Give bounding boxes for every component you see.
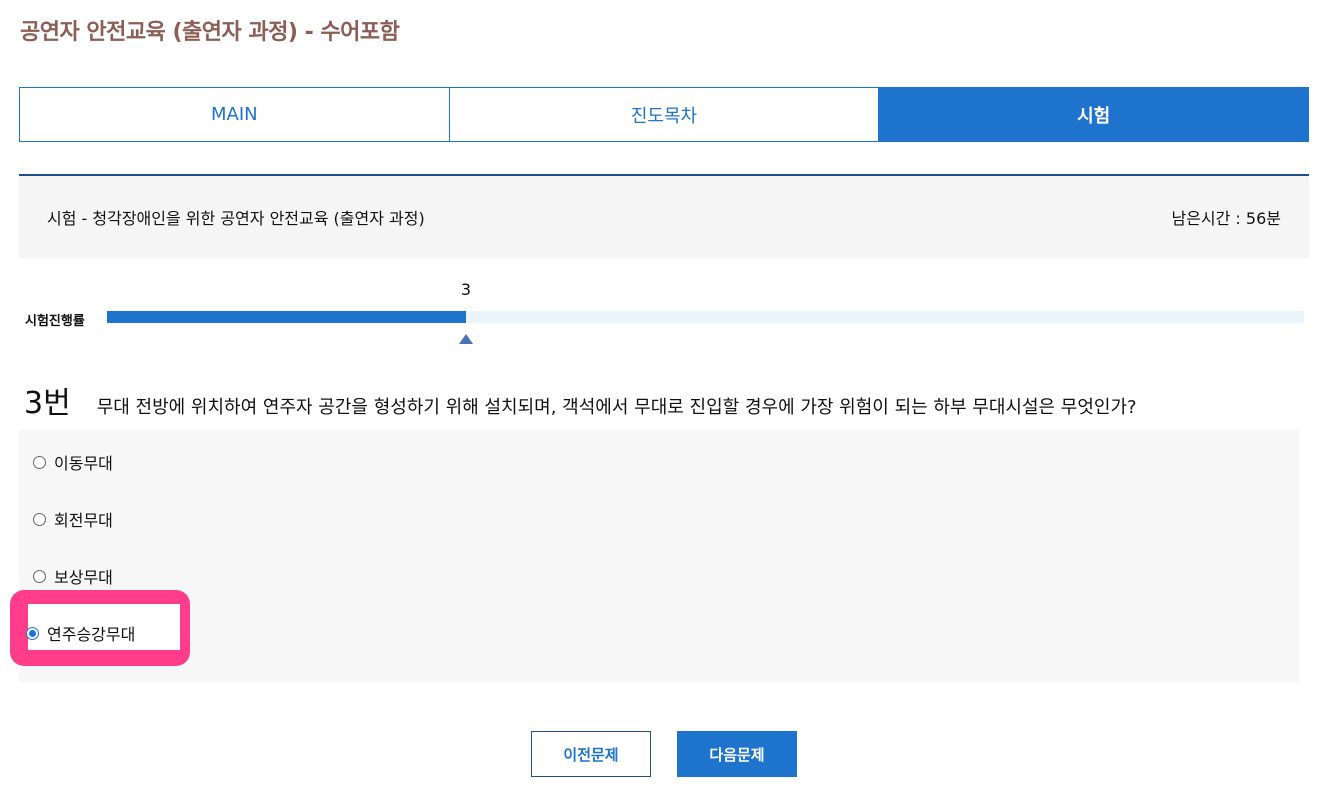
progress-label: 시험진행률 [25, 314, 85, 329]
progress-fill [107, 311, 466, 323]
tab-main[interactable]: MAIN [19, 87, 450, 142]
question-header: 3번 무대 전방에 위치하여 연주자 공간을 형성하기 위해 설치되며, 객석에… [24, 378, 1137, 422]
prev-question-button[interactable]: 이전문제 [531, 731, 651, 777]
progress-track [107, 311, 1304, 323]
option-label: 이동무대 [54, 454, 113, 473]
exam-title: 시험 - 청각장애인을 위한 공연자 안전교육 (출연자 과정) [47, 209, 425, 228]
radio-button[interactable] [33, 512, 46, 526]
radio-button[interactable] [33, 455, 46, 469]
option-label: 보상무대 [54, 568, 113, 587]
option-label: 회전무대 [54, 511, 113, 530]
exam-progress: 시험진행률 3 [19, 280, 1309, 350]
radio-button-checked[interactable] [26, 626, 39, 640]
question-number: 3번 [24, 386, 71, 421]
option-4[interactable]: 연주승강무대 [26, 621, 135, 645]
exam-info-bar: 시험 - 청각장애인을 위한 공연자 안전교육 (출연자 과정) 남은시간 : … [19, 176, 1309, 258]
remaining-time: 남은시간 : 56분 [1171, 209, 1281, 228]
progress-current-number: 3 [460, 280, 472, 299]
progress-pointer-icon [459, 334, 473, 344]
option-3[interactable]: 보상무대 [33, 564, 113, 588]
tab-exam[interactable]: 시험 [879, 87, 1310, 142]
progress-marker: 3 [456, 280, 476, 344]
question-text: 무대 전방에 위치하여 연주자 공간을 형성하기 위해 설치되며, 객석에서 무… [96, 397, 1137, 418]
option-label: 연주승강무대 [47, 625, 136, 644]
next-question-button[interactable]: 다음문제 [677, 731, 797, 777]
page-title: 공연자 안전교육 (출연자 과정) - 수어포함 [20, 20, 400, 45]
tab-bar: MAIN 진도목차 시험 [19, 87, 1310, 142]
answer-options: 이동무대 회전무대 보상무대 [19, 430, 1299, 682]
option-1[interactable]: 이동무대 [33, 450, 113, 474]
tab-progress-contents[interactable]: 진도목차 [449, 87, 880, 142]
radio-button[interactable] [33, 569, 46, 583]
option-2[interactable]: 회전무대 [33, 507, 113, 531]
